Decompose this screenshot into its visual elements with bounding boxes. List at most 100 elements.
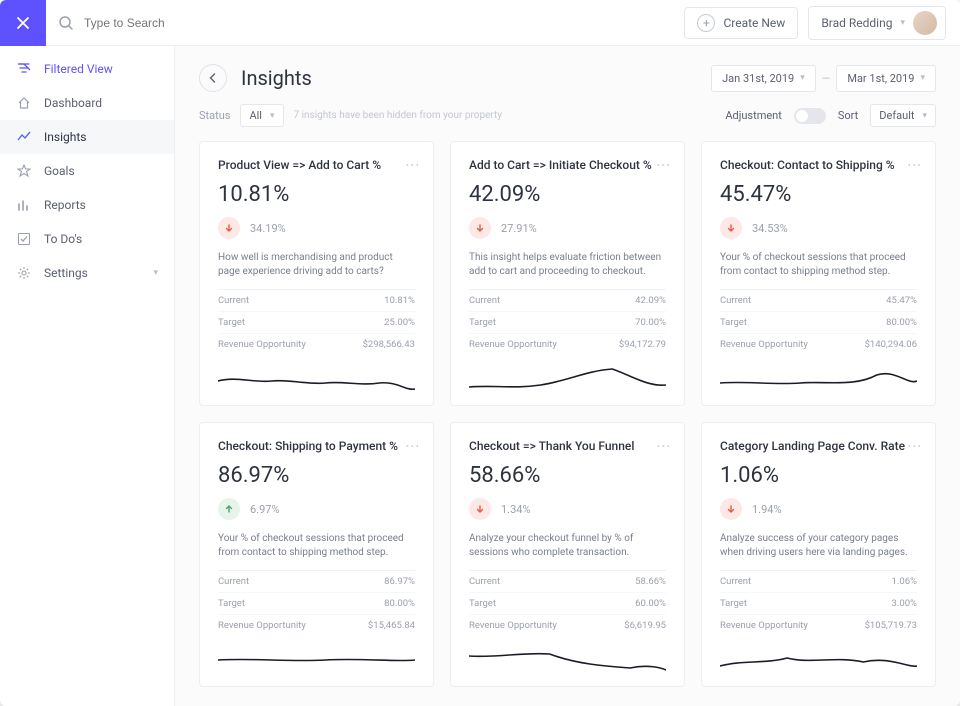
stat-value: $6,619.95	[624, 620, 666, 631]
close-button[interactable]	[0, 0, 46, 46]
insight-card[interactable]: Product View => Add to Cart % ⋮ 10.81% 3…	[199, 141, 434, 406]
chevron-down-icon: ▾	[922, 111, 927, 121]
home-icon	[16, 95, 32, 111]
insight-card[interactable]: Checkout: Shipping to Payment % ⋮ 86.97%…	[199, 422, 434, 687]
sidebar-item-goals[interactable]: Goals	[0, 154, 174, 188]
stat-value: 1.06%	[892, 576, 917, 587]
star-icon	[16, 163, 32, 179]
search-input[interactable]	[84, 16, 684, 30]
status-select[interactable]: All▾	[240, 104, 283, 127]
stat-label: Current	[218, 295, 249, 306]
card-menu-button[interactable]: ⋮	[659, 158, 666, 171]
stat-label: Target	[469, 317, 496, 328]
search-icon	[58, 15, 74, 31]
check-icon	[16, 231, 32, 247]
sidebar-item-settings[interactable]: Settings ▾	[0, 256, 174, 290]
sparkline	[720, 642, 917, 676]
cards-grid: Product View => Add to Cart % ⋮ 10.81% 3…	[175, 141, 960, 706]
card-description: Your % of checkout sessions that proceed…	[218, 532, 415, 560]
page-title: Insights	[241, 66, 312, 90]
card-menu-button[interactable]: ⋮	[408, 158, 415, 171]
card-stats: Current10.81% Target25.00% Revenue Oppor…	[218, 289, 415, 355]
arrow-up-icon	[218, 498, 240, 520]
card-description: Your % of checkout sessions that proceed…	[720, 251, 917, 279]
sparkline	[218, 361, 415, 395]
chevron-down-icon: ▾	[800, 73, 805, 83]
top-bar: + Create New Brad Redding ▾	[0, 0, 960, 46]
stat-label: Revenue Opportunity	[218, 620, 306, 631]
trend-icon	[16, 129, 32, 145]
sidebar-item-dashboard[interactable]: Dashboard	[0, 86, 174, 120]
card-menu-button[interactable]: ⋮	[408, 439, 415, 452]
stat-value: 80.00%	[384, 598, 415, 609]
stat-value: $298,566.43	[363, 339, 415, 350]
card-menu-button[interactable]: ⋮	[910, 439, 917, 452]
card-title: Add to Cart => Initiate Checkout %	[469, 158, 659, 172]
gear-icon	[16, 265, 32, 281]
card-menu-button[interactable]: ⋮	[659, 439, 666, 452]
sort-label: Sort	[838, 109, 858, 122]
card-stats: Current45.47% Target80.00% Revenue Oppor…	[720, 289, 917, 355]
arrow-down-icon	[218, 217, 240, 239]
card-change: 34.53%	[752, 222, 788, 235]
stat-label: Current	[218, 576, 249, 587]
sidebar-item-label: Dashboard	[44, 96, 102, 110]
card-title: Checkout: Contact to Shipping %	[720, 158, 910, 172]
chevron-down-icon: ▾	[920, 73, 925, 83]
card-title: Checkout => Thank You Funnel	[469, 439, 659, 453]
filter-icon	[16, 61, 32, 77]
sidebar-item-insights[interactable]: Insights	[0, 120, 174, 154]
bars-icon	[16, 197, 32, 213]
insight-card[interactable]: Checkout => Thank You Funnel ⋮ 58.66% 1.…	[450, 422, 685, 687]
stat-value: $94,172.79	[619, 339, 666, 350]
insight-card[interactable]: Category Landing Page Conv. Rate ⋮ 1.06%…	[701, 422, 936, 687]
main-header: Insights Jan 31st, 2019▾ — Mar 1st, 2019…	[175, 46, 960, 104]
user-menu[interactable]: Brad Redding ▾	[808, 6, 946, 40]
card-value: 86.97%	[218, 463, 415, 488]
sidebar-item-label: Insights	[44, 130, 86, 144]
sidebar-item-reports[interactable]: Reports	[0, 188, 174, 222]
adjustment-toggle[interactable]	[794, 108, 826, 124]
stat-label: Target	[720, 317, 747, 328]
back-button[interactable]	[199, 64, 227, 92]
sidebar-item-todos[interactable]: To Do's	[0, 222, 174, 256]
card-description: Analyze your checkout funnel by % of ses…	[469, 532, 666, 560]
avatar	[913, 11, 937, 35]
card-change: 1.34%	[501, 503, 531, 516]
insight-card[interactable]: Add to Cart => Initiate Checkout % ⋮ 42.…	[450, 141, 685, 406]
stat-value: 10.81%	[384, 295, 415, 306]
stat-value: 86.97%	[384, 576, 415, 587]
sparkline	[218, 642, 415, 676]
sparkline	[469, 642, 666, 676]
date-range: Jan 31st, 2019▾ — Mar 1st, 2019▾	[711, 65, 936, 92]
sparkline	[720, 361, 917, 395]
date-from[interactable]: Jan 31st, 2019▾	[711, 65, 816, 92]
sidebar-item-label: Filtered View	[44, 62, 113, 76]
sidebar-item-filtered-view[interactable]: Filtered View	[0, 52, 174, 86]
stat-label: Current	[720, 295, 751, 306]
sidebar-item-label: To Do's	[44, 232, 82, 246]
stat-label: Current	[469, 576, 500, 587]
create-new-button[interactable]: + Create New	[684, 7, 798, 39]
sort-select[interactable]: Default▾	[870, 104, 936, 127]
stat-value: 60.00%	[635, 598, 666, 609]
stat-value: $15,465.84	[368, 620, 415, 631]
card-menu-button[interactable]: ⋮	[910, 158, 917, 171]
date-to[interactable]: Mar 1st, 2019▾	[836, 65, 936, 92]
stat-value: 25.00%	[384, 317, 415, 328]
stat-value: 45.47%	[886, 295, 917, 306]
stat-value: $105,719.73	[865, 620, 917, 631]
card-change: 6.97%	[250, 503, 280, 516]
sidebar-item-label: Settings	[44, 266, 88, 280]
stat-label: Current	[469, 295, 500, 306]
arrow-down-icon	[720, 217, 742, 239]
stat-label: Revenue Opportunity	[218, 339, 306, 350]
chevron-left-icon	[208, 73, 218, 83]
card-change: 27.91%	[501, 222, 537, 235]
card-value: 58.66%	[469, 463, 666, 488]
card-title: Checkout: Shipping to Payment %	[218, 439, 408, 453]
search-wrap	[46, 15, 684, 31]
insight-card[interactable]: Checkout: Contact to Shipping % ⋮ 45.47%…	[701, 141, 936, 406]
card-value: 1.06%	[720, 463, 917, 488]
arrow-down-icon	[469, 217, 491, 239]
